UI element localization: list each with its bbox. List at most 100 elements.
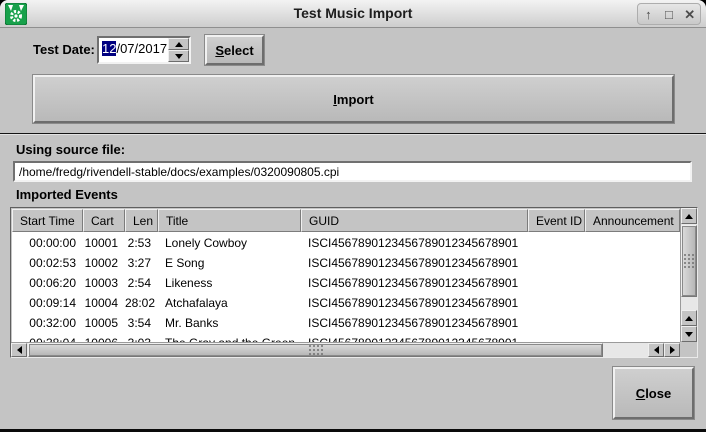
close-rest: lose bbox=[645, 386, 671, 401]
scroll-left-button-right[interactable] bbox=[648, 343, 664, 357]
window-title: Test Music Import bbox=[0, 5, 706, 21]
col-header-cart[interactable]: Cart bbox=[83, 209, 125, 232]
cell-title: Atchafalaya bbox=[158, 292, 301, 312]
cell-event-id bbox=[528, 312, 585, 332]
close-accel: C bbox=[636, 386, 645, 401]
table-row[interactable]: 00:32:00 10005 3:54 Mr. Banks ISCI456789… bbox=[12, 312, 680, 332]
cell-event-id bbox=[528, 292, 585, 312]
col-header-event-id[interactable]: Event ID bbox=[528, 209, 585, 232]
table-header-row: Start Time Cart Len Title GUID Event ID … bbox=[12, 209, 680, 232]
table-grid: Start Time Cart Len Title GUID Event ID … bbox=[12, 209, 680, 342]
col-header-guid[interactable]: GUID bbox=[301, 209, 528, 232]
cell-cart: 10001 bbox=[83, 232, 125, 252]
cell-title: Lonely Cowboy bbox=[158, 232, 301, 252]
scroll-down-button[interactable] bbox=[681, 326, 697, 342]
table-row[interactable]: 00:02:53 10002 3:27 E Song ISCI456789012… bbox=[12, 252, 680, 272]
source-file-label: Using source file: bbox=[16, 142, 125, 157]
cell-start-time: 00:09:14 bbox=[12, 292, 83, 312]
scroll-up-icon bbox=[685, 214, 693, 219]
vertical-scroll-thumb[interactable] bbox=[681, 225, 697, 297]
table-body: 00:00:00 10001 2:53 Lonely Cowboy ISCI45… bbox=[12, 232, 680, 342]
cell-cart: 10003 bbox=[83, 272, 125, 292]
col-header-start-time[interactable]: Start Time bbox=[12, 209, 83, 232]
cell-guid: ISCI4567890123456789012345678901 bbox=[301, 292, 528, 312]
cell-guid: ISCI4567890123456789012345678901 bbox=[301, 272, 528, 292]
col-header-len[interactable]: Len bbox=[125, 209, 158, 232]
cell-len: 2:54 bbox=[125, 272, 158, 292]
cell-event-id bbox=[528, 272, 585, 292]
horizontal-scroll-thumb[interactable] bbox=[28, 343, 603, 357]
scroll-up-button[interactable] bbox=[681, 208, 697, 224]
import-button[interactable]: Import bbox=[33, 75, 674, 123]
cell-event-id bbox=[528, 332, 585, 342]
cell-cart: 10004 bbox=[83, 292, 125, 312]
titlebar: Test Music Import ↑ □ ✕ bbox=[0, 0, 706, 28]
test-date-label: Test Date: bbox=[33, 42, 95, 57]
close-window-icon[interactable]: ✕ bbox=[681, 5, 699, 23]
cell-len: 3:54 bbox=[125, 312, 158, 332]
spin-up-button[interactable] bbox=[168, 38, 189, 50]
cell-len: 28:02 bbox=[125, 292, 158, 312]
test-date-value[interactable]: 12/07/2017 bbox=[99, 38, 168, 62]
import-rest: mport bbox=[337, 92, 374, 107]
horizontal-scrollbar[interactable] bbox=[11, 342, 680, 357]
thumb-grip bbox=[309, 345, 323, 355]
thumb-grip bbox=[684, 254, 694, 268]
cell-cart: 10006 bbox=[83, 332, 125, 342]
maximize-window-icon[interactable]: □ bbox=[660, 5, 678, 23]
test-date-spinbox[interactable]: 12/07/2017 bbox=[97, 36, 191, 64]
cell-cart: 10002 bbox=[83, 252, 125, 272]
cell-guid: ISCI4567890123456789012345678901 bbox=[301, 332, 528, 342]
cell-announcement bbox=[585, 312, 680, 332]
col-header-title[interactable]: Title bbox=[158, 209, 301, 232]
cell-guid: ISCI4567890123456789012345678901 bbox=[301, 252, 528, 272]
spin-down-icon bbox=[175, 54, 183, 59]
cell-announcement bbox=[585, 292, 680, 312]
scroll-right-button[interactable] bbox=[664, 343, 680, 357]
date-rest-text: /07/2017 bbox=[116, 41, 167, 56]
cell-guid: ISCI4567890123456789012345678901 bbox=[301, 232, 528, 252]
spin-arrows bbox=[168, 38, 189, 62]
cell-title: Likeness bbox=[158, 272, 301, 292]
close-button[interactable]: Close bbox=[613, 367, 694, 419]
cell-announcement bbox=[585, 332, 680, 342]
spin-down-button[interactable] bbox=[168, 50, 189, 62]
col-header-announcement[interactable]: Announcement bbox=[585, 209, 680, 232]
source-file-input[interactable]: /home/fredg/rivendell-stable/docs/exampl… bbox=[13, 161, 692, 182]
scroll-up-icon bbox=[685, 316, 693, 321]
test-music-import-window: Test Music Import ↑ □ ✕ Test Date: 12/07… bbox=[0, 0, 706, 432]
shade-window-icon[interactable]: ↑ bbox=[639, 5, 657, 23]
scroll-left-icon bbox=[654, 346, 659, 354]
cell-start-time: 00:38:04 bbox=[12, 332, 83, 342]
vertical-scrollbar[interactable] bbox=[680, 208, 697, 342]
scroll-right-icon bbox=[670, 346, 675, 354]
scroll-down-icon bbox=[685, 332, 693, 337]
cell-len: 3:27 bbox=[125, 252, 158, 272]
cell-start-time: 00:06:20 bbox=[12, 272, 83, 292]
cell-len: 2:53 bbox=[125, 232, 158, 252]
cell-start-time: 00:32:00 bbox=[12, 312, 83, 332]
table-row[interactable]: 00:06:20 10003 2:54 Likeness ISCI4567890… bbox=[12, 272, 680, 292]
cell-guid: ISCI4567890123456789012345678901 bbox=[301, 312, 528, 332]
cell-event-id bbox=[528, 232, 585, 252]
cell-title: Mr. Banks bbox=[158, 312, 301, 332]
scroll-left-button[interactable] bbox=[11, 343, 27, 357]
cell-event-id bbox=[528, 252, 585, 272]
window-controls: ↑ □ ✕ bbox=[637, 3, 701, 25]
cell-start-time: 00:02:53 bbox=[12, 252, 83, 272]
select-accel: S bbox=[215, 43, 224, 58]
select-rest: elect bbox=[224, 43, 254, 58]
cell-title: E Song bbox=[158, 252, 301, 272]
select-date-button[interactable]: Select bbox=[205, 35, 264, 65]
scroll-up-button-bottom[interactable] bbox=[681, 310, 697, 326]
imported-events-table: Start Time Cart Len Title GUID Event ID … bbox=[10, 207, 698, 358]
cell-start-time: 00:00:00 bbox=[12, 232, 83, 252]
cell-announcement bbox=[585, 232, 680, 252]
spin-up-icon bbox=[175, 42, 183, 47]
table-row[interactable]: 00:09:14 10004 28:02 Atchafalaya ISCI456… bbox=[12, 292, 680, 312]
cell-cart: 10005 bbox=[83, 312, 125, 332]
separator-line bbox=[0, 133, 706, 135]
table-row[interactable]: 00:38:04 10006 3:03 The Gray and the Gre… bbox=[12, 332, 680, 342]
imported-events-label: Imported Events bbox=[16, 187, 118, 202]
table-row[interactable]: 00:00:00 10001 2:53 Lonely Cowboy ISCI45… bbox=[12, 232, 680, 252]
